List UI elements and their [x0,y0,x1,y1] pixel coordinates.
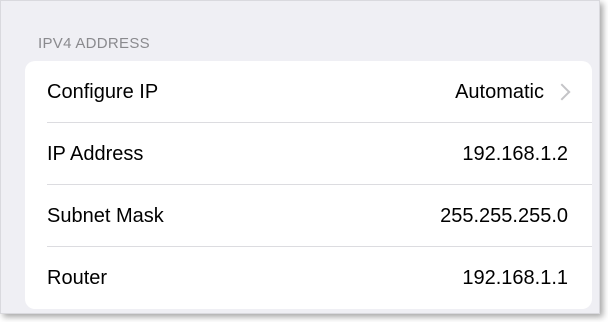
row-label: Configure IP [47,80,159,103]
settings-panel: IPV4 ADDRESS Configure IP Automatic IP A… [0,0,600,314]
section-header: IPV4 ADDRESS [38,35,150,52]
row-label: IP Address [47,142,144,165]
chevron-right-icon [553,83,571,101]
row-value: 192.168.1.2 [462,142,568,165]
configure-ip-row[interactable]: Configure IP Automatic [25,61,592,123]
ipv4-settings-card: Configure IP Automatic IP Address 192.16… [25,61,592,309]
ip-address-row[interactable]: IP Address 192.168.1.2 [25,123,592,185]
row-label: Router [47,266,108,289]
row-value: 192.168.1.1 [462,266,568,289]
row-label: Subnet Mask [47,204,164,227]
subnet-mask-row[interactable]: Subnet Mask 255.255.255.0 [25,185,592,247]
row-value: 255.255.255.0 [440,204,568,227]
row-value: Automatic [455,80,544,103]
router-row[interactable]: Router 192.168.1.1 [25,247,592,309]
